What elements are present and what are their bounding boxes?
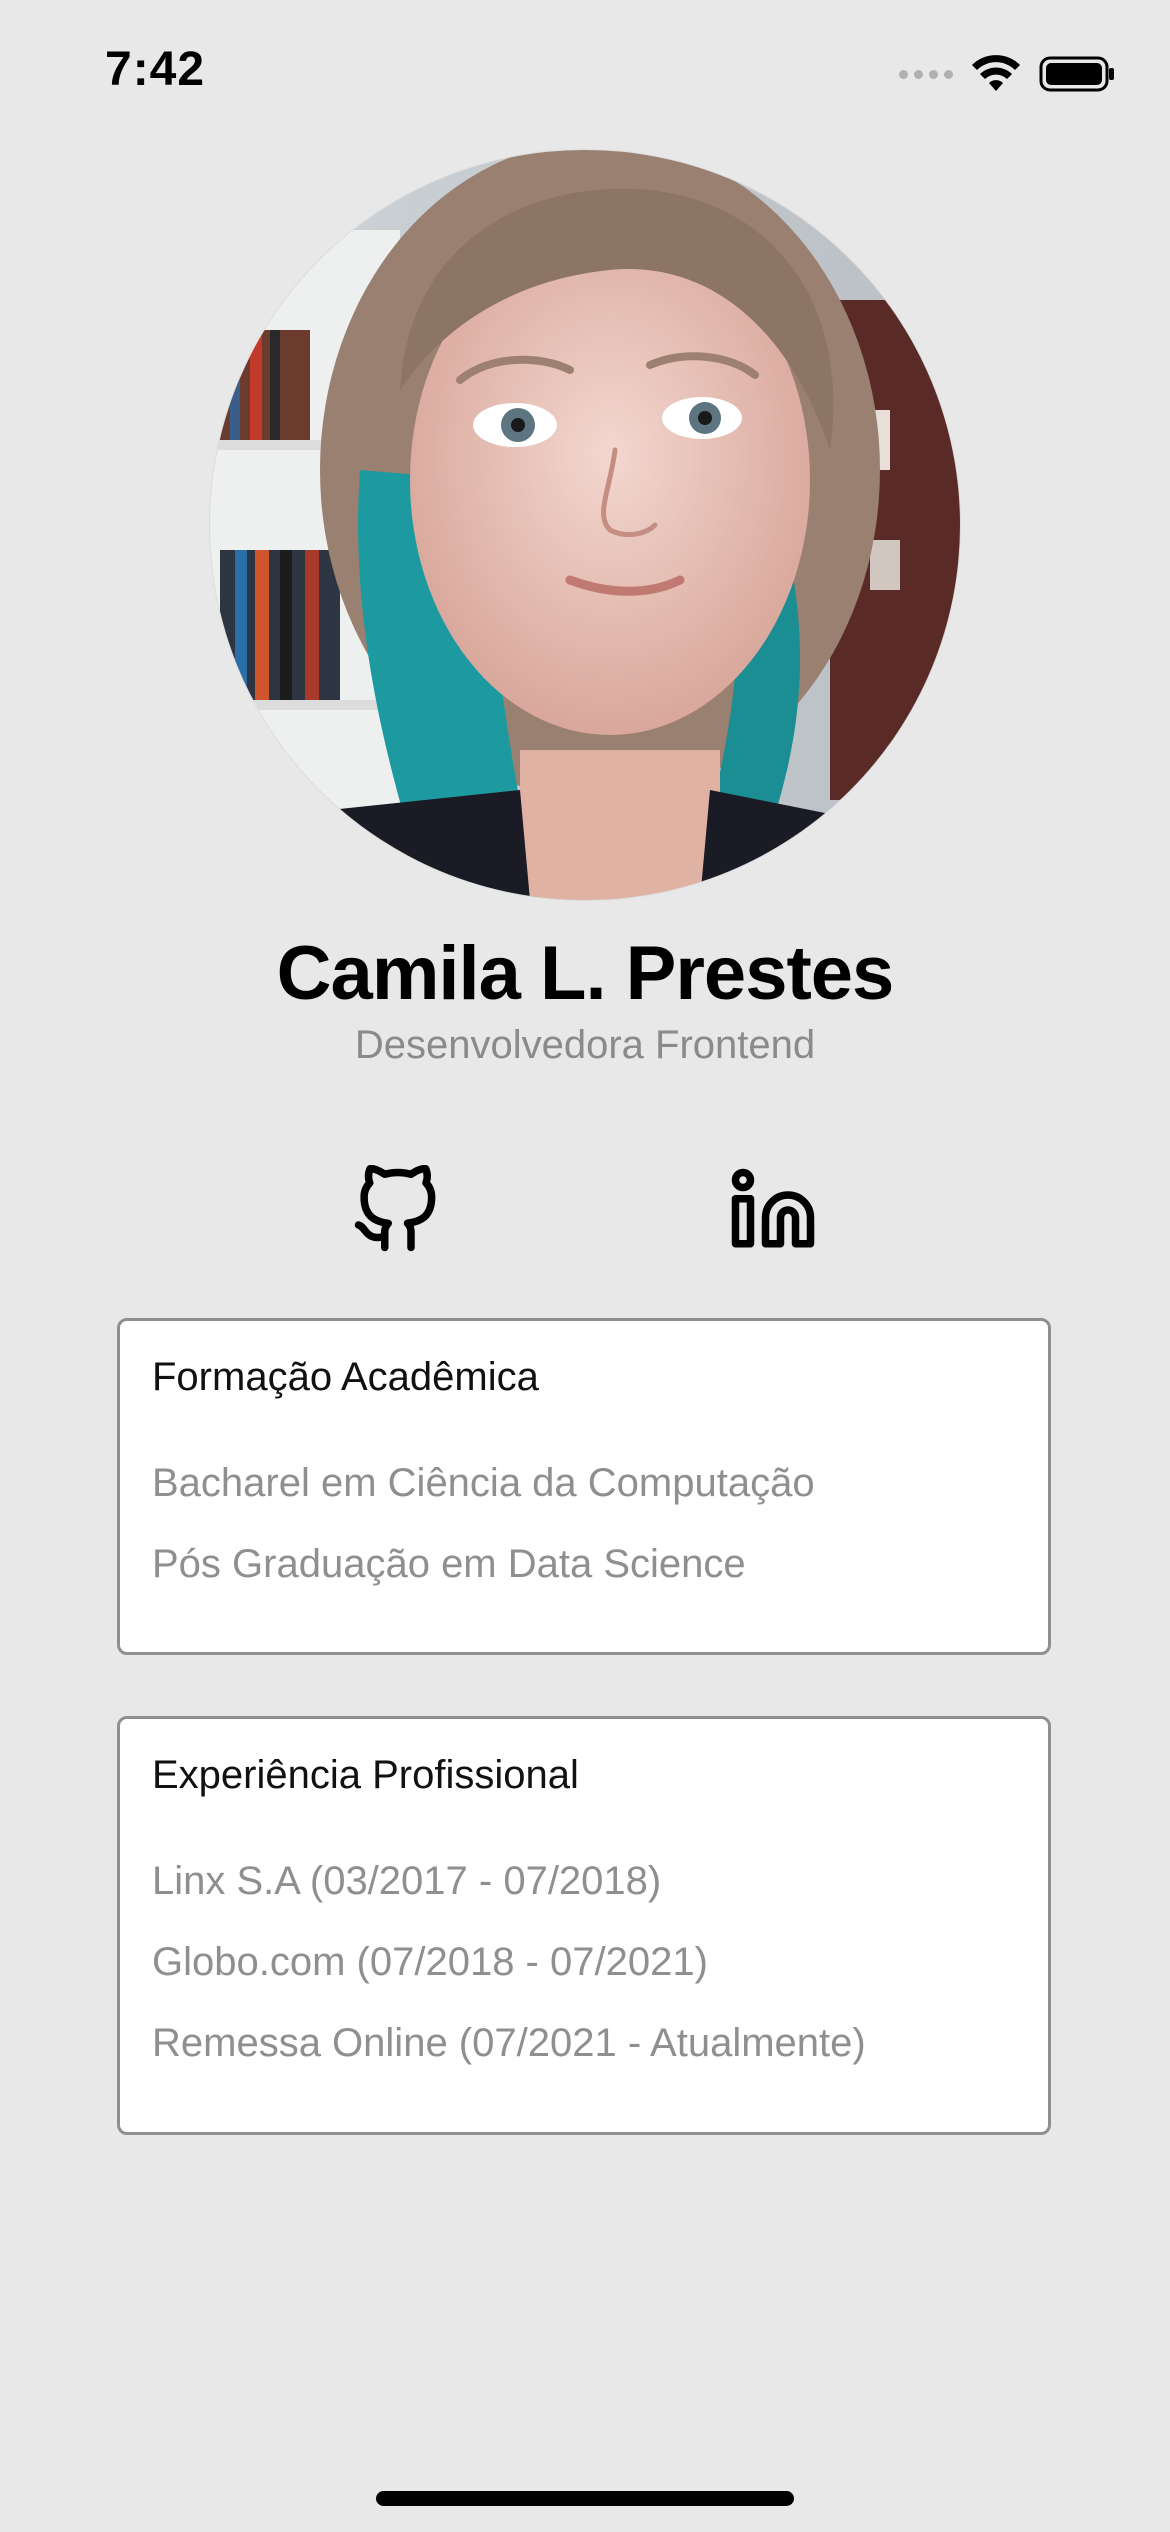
education-card: Formação Acadêmica Bacharel em Ciência d… bbox=[117, 1318, 1051, 1655]
cellular-signal-icon bbox=[899, 69, 953, 79]
experience-title: Experiência Profissional bbox=[152, 1753, 579, 1797]
experience-card: Experiência Profissional Linx S.A (03/20… bbox=[117, 1716, 1051, 2135]
github-icon bbox=[354, 1165, 436, 1252]
education-title: Formação Acadêmica bbox=[152, 1355, 539, 1399]
education-item: Pós Graduação em Data Science bbox=[152, 1542, 746, 1586]
wifi-icon bbox=[972, 55, 1020, 91]
github-link[interactable] bbox=[341, 1155, 451, 1265]
profile-role: Desenvolvedora Frontend bbox=[354, 1023, 816, 1067]
status-time: 7:42 bbox=[105, 43, 206, 96]
experience-item: Globo.com (07/2018 - 07/2021) bbox=[152, 1940, 708, 1984]
profile-avatar bbox=[210, 150, 960, 900]
linkedin-icon bbox=[731, 1168, 815, 1248]
profile-name: Camila L. Prestes bbox=[276, 931, 895, 1016]
battery-icon bbox=[1039, 56, 1114, 92]
experience-item: Linx S.A (03/2017 - 07/2018) bbox=[152, 1859, 662, 1903]
experience-item: Remessa Online (07/2021 - Atualmente) bbox=[152, 2021, 866, 2065]
linkedin-link[interactable] bbox=[718, 1155, 828, 1265]
status-bar: 7:42 bbox=[0, 0, 1170, 150]
profile-photo bbox=[210, 150, 960, 900]
status-icons bbox=[899, 50, 1115, 98]
education-item: Bacharel em Ciência da Computação bbox=[152, 1461, 815, 1505]
home-indicator[interactable] bbox=[376, 2491, 794, 2506]
